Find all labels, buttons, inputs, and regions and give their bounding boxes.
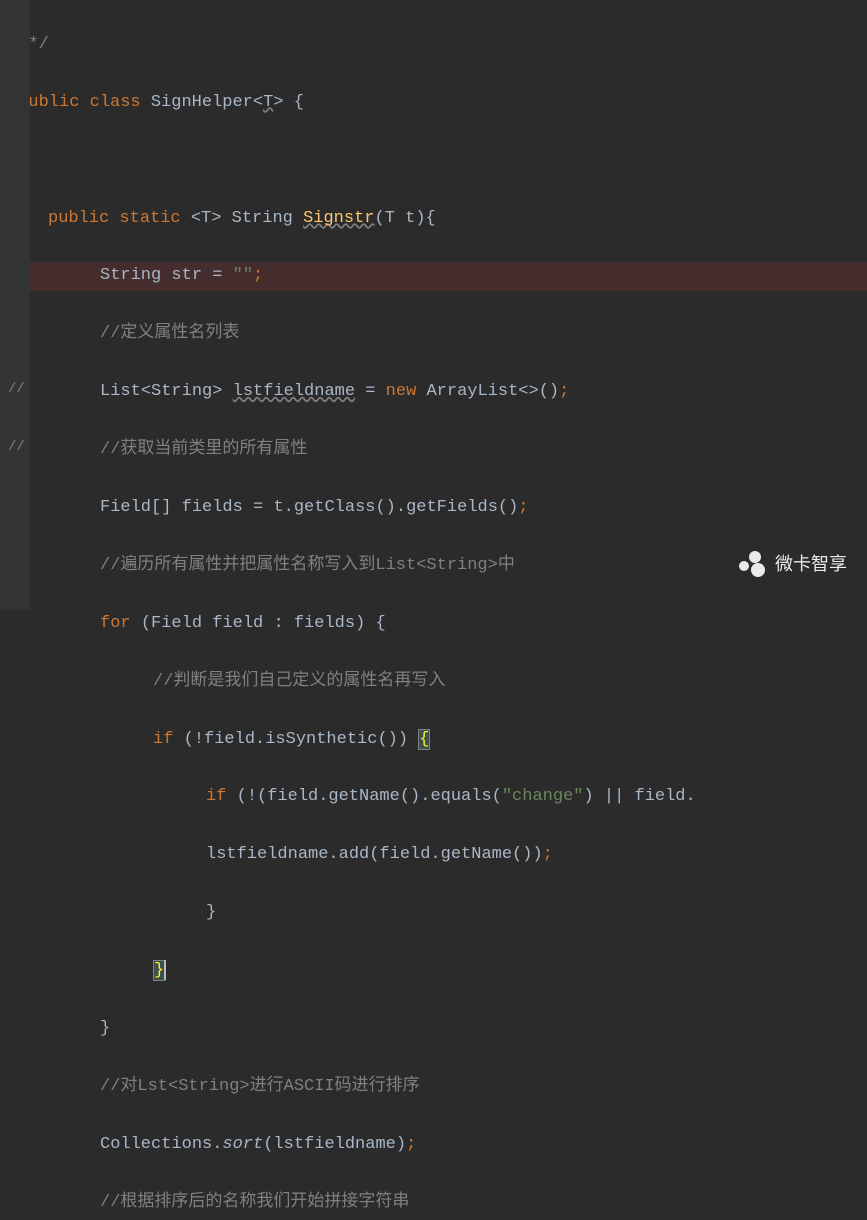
code-line: //判断是我们自己定义的属性名再写入 [8,668,867,697]
code-line: Collections.sort(lstfieldname); [8,1131,867,1160]
code-line: //对Lst<String>进行ASCII码进行排序 [8,1073,867,1102]
gutter-comment-mark: // [8,378,25,402]
editor-gutter: // // [0,0,30,610]
code-line: public static <T> String Signstr(T t){ [8,205,867,234]
code-line [8,147,867,176]
code-line: Field[] fields = t.getClass().getFields(… [8,494,867,523]
code-line: } [8,957,867,986]
code-line-highlighted: String str = ""; [8,262,867,291]
watermark-text: 微卡智享 [775,549,847,580]
code-line: if (!field.isSynthetic()) { [8,726,867,755]
code-editor[interactable]: */ public class SignHelper<T> { public s… [0,0,867,1220]
code-line: */ [8,31,867,60]
code-line: } [8,1015,867,1044]
code-line: } [8,899,867,928]
wechat-icon [739,551,767,579]
code-line: //根据排序后的名称我们开始拼接字符串 [8,1189,867,1218]
code-line: if (!(field.getName().equals("change") |… [8,783,867,812]
code-line: public class SignHelper<T> { [8,89,867,118]
code-line: //获取当前类里的所有属性 [8,436,867,465]
code-line: for (Field field : fields) { [8,610,867,639]
text-caret [164,960,166,980]
gutter-comment-mark: // [8,436,25,460]
watermark: 微卡智享 [739,549,847,580]
code-line: //定义属性名列表 [8,320,867,349]
code-line: lstfieldname.add(field.getName()); [8,841,867,870]
code-line: List<String> lstfieldname = new ArrayLis… [8,378,867,407]
